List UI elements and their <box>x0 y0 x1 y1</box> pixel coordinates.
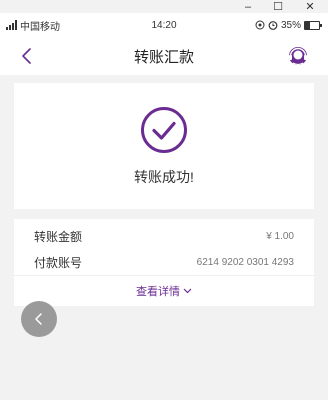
battery-percent: 35% <box>280 19 301 31</box>
maximize-button[interactable]: ☐ <box>268 0 288 13</box>
amount-row: 转账金额 ¥ 1.00 <box>14 222 314 250</box>
page-title-text: 转账汇款 <box>133 48 194 66</box>
detail-card: 转账金额 ¥ 1.00 付款账号 6214 9202 0301 4293 查看详… <box>14 219 314 306</box>
nav-bar: 转账汇款 <box>0 37 328 75</box>
amount-label: 转账金额 <box>34 229 83 244</box>
status-right: 35% <box>255 13 322 37</box>
view-details-link[interactable]: 查看详情 <box>14 278 314 304</box>
minimize-button[interactable]: – <box>238 0 258 13</box>
success-message: 转账成功! <box>134 169 194 185</box>
account-value: 6214 9202 0301 4293 <box>196 256 294 268</box>
account-label: 付款账号 <box>34 255 83 270</box>
time-text: 14:20 <box>151 19 177 31</box>
divider <box>14 275 314 276</box>
alarm-icon <box>268 21 278 30</box>
success-check-icon <box>141 107 187 153</box>
view-details-label: 查看详情 <box>136 286 180 298</box>
success-card: 转账成功! <box>14 83 314 209</box>
battery-icon <box>304 20 322 30</box>
page-title: 转账汇款 <box>0 37 328 75</box>
floating-back-button[interactable] <box>21 301 57 337</box>
chevron-down-icon <box>183 288 192 294</box>
status-bar: 中国移动 14:20 35% <box>0 13 328 37</box>
customer-service-icon[interactable] <box>286 44 310 68</box>
account-row: 付款账号 6214 9202 0301 4293 <box>14 248 314 276</box>
amount-value: ¥ 1.00 <box>266 230 294 242</box>
location-icon <box>255 20 265 30</box>
window-titlebar: – ☐ ✕ <box>0 0 328 13</box>
chevron-left-icon <box>35 313 42 325</box>
close-button[interactable]: ✕ <box>300 0 320 13</box>
